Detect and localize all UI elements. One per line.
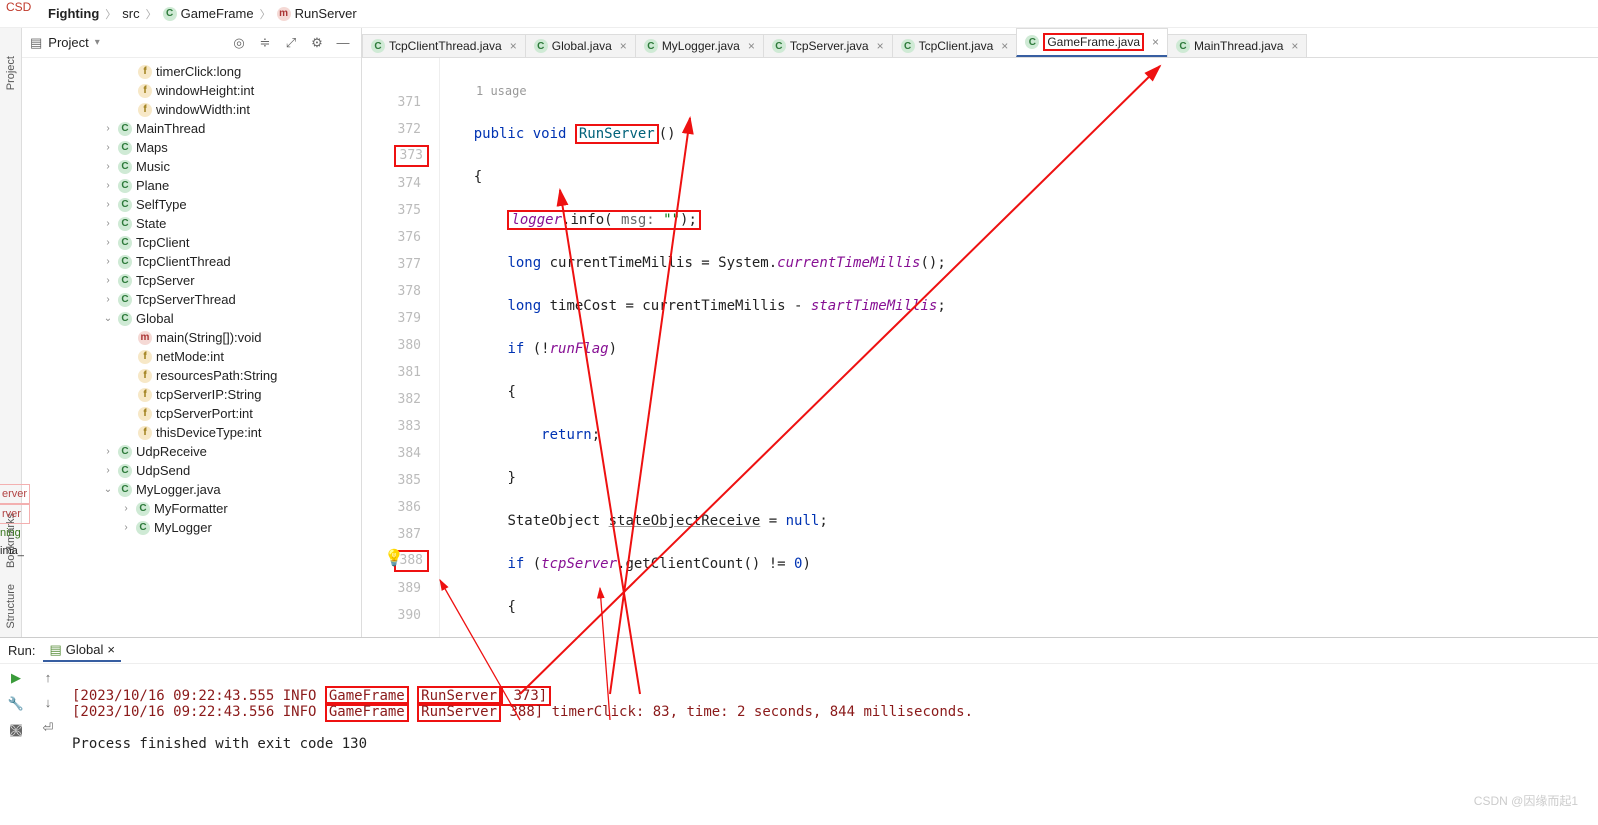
tree-item[interactable]: Maps — [136, 140, 168, 155]
close-icon[interactable]: × — [620, 39, 627, 53]
tab-tcpserver[interactable]: CTcpServer.java× — [763, 34, 893, 57]
tab-mainthread[interactable]: CMainThread.java× — [1167, 34, 1307, 57]
tree-item[interactable]: thisDeviceType:int — [156, 425, 262, 440]
collapse-icon[interactable]: ≑ — [255, 33, 275, 53]
wrap-icon[interactable]: ⏎ — [43, 720, 54, 736]
editor: CTcpClientThread.java× CGlobal.java× CMy… — [362, 28, 1598, 637]
close-icon[interactable]: × — [1291, 39, 1298, 53]
close-icon[interactable]: × — [1001, 39, 1008, 53]
crumb-runserver[interactable]: mRunServer — [273, 4, 361, 23]
project-header[interactable]: Project — [48, 35, 88, 50]
tab-structure[interactable]: Structure — [5, 576, 17, 637]
run-toolbar-2: ↑ ↓ ⏎ — [32, 664, 64, 797]
down-icon[interactable]: ↓ — [45, 695, 52, 710]
target-icon[interactable]: ◎ — [229, 33, 249, 53]
run-tab-global[interactable]: ▤Global× — [43, 640, 120, 662]
watermark: CSDN @因缘而起1 — [1474, 792, 1578, 809]
up-icon[interactable]: ↑ — [45, 670, 52, 685]
crumb-gameframe[interactable]: CGameFrame — [159, 4, 258, 23]
tree-item[interactable]: tcpServerIP:String — [156, 387, 262, 402]
tab-global[interactable]: CGlobal.java× — [525, 34, 636, 57]
tree-item[interactable]: TcpServer — [136, 273, 195, 288]
tree-item[interactable]: MyLogger.java — [136, 482, 221, 497]
tab-gameframe[interactable]: CGameFrame.java× — [1016, 28, 1168, 57]
crumb-src[interactable]: src — [118, 4, 143, 23]
bulb-icon[interactable]: 💡 — [384, 548, 404, 568]
tree-item[interactable]: UdpSend — [136, 463, 190, 478]
chevron-icon: 〉 — [105, 6, 116, 22]
tab-tcpclient[interactable]: CTcpClient.java× — [892, 34, 1018, 57]
tree-item[interactable]: Plane — [136, 178, 169, 193]
tab-mylogger[interactable]: CMyLogger.java× — [635, 34, 764, 57]
tree-item[interactable]: Music — [136, 159, 170, 174]
tree-item[interactable]: resourcesPath:String — [156, 368, 277, 383]
run-toolbar: ▶ 🔧 🙫 — [0, 664, 32, 797]
expand-icon[interactable]: ⤢ — [281, 33, 301, 53]
tree-item[interactable]: UdpReceive — [136, 444, 207, 459]
breadcrumb: Fighting 〉 src 〉 CGameFrame 〉 mRunServer — [0, 0, 1598, 28]
close-icon[interactable]: × — [510, 39, 517, 53]
close-icon[interactable]: × — [1152, 35, 1159, 49]
tree-item[interactable]: timerClick:long — [156, 64, 241, 79]
close-icon[interactable]: × — [107, 642, 115, 657]
editor-tabs: CTcpClientThread.java× CGlobal.java× CMy… — [362, 28, 1598, 58]
hide-icon[interactable]: — — [333, 33, 353, 53]
code-area[interactable]: 1 usage public void RunServer() { logger… — [440, 58, 1598, 637]
tree-item[interactable]: windowHeight:int — [156, 83, 254, 98]
run-label: Run: — [8, 643, 35, 658]
tree-item[interactable]: MyFormatter — [154, 501, 228, 516]
tree-item[interactable]: TcpServerThread — [136, 292, 236, 307]
tree-item[interactable]: netMode:int — [156, 349, 224, 364]
project-panel: ▤ Project ▾ ◎ ≑ ⤢ ⚙ — ftimerClick:long f… — [22, 28, 362, 637]
usages-hint[interactable]: 1 usage — [440, 78, 1598, 105]
tree-item[interactable]: TcpClientThread — [136, 254, 231, 269]
tool-icon[interactable]: 🔧 — [8, 696, 24, 712]
tree-item[interactable]: SelfType — [136, 197, 187, 212]
tree-item[interactable]: windowWidth:int — [156, 102, 250, 117]
tab-project[interactable]: Project — [5, 48, 17, 98]
tree-item[interactable]: Global — [136, 311, 174, 326]
tree-item[interactable]: State — [136, 216, 166, 231]
chevron-icon: 〉 — [146, 6, 157, 22]
tree-item[interactable]: TcpClient — [136, 235, 189, 250]
chevron-icon: 〉 — [260, 6, 271, 22]
csdn-label: CSD — [0, 0, 37, 16]
overflow-icon[interactable]: 🙫 — [9, 722, 22, 744]
tree-item[interactable]: main(String[]):void — [156, 330, 261, 345]
close-icon[interactable]: × — [748, 39, 755, 53]
close-icon[interactable]: × — [877, 39, 884, 53]
tree-item[interactable]: MainThread — [136, 121, 205, 136]
tree-item[interactable]: tcpServerPort:int — [156, 406, 253, 421]
project-tree[interactable]: ftimerClick:long fwindowHeight:int fwind… — [22, 58, 361, 637]
clipped-text: erver rver ning ima_ — [0, 484, 30, 560]
tree-item[interactable]: MyLogger — [154, 520, 212, 535]
run-output[interactable]: [2023/10/16 09:22:43.555 INFO GameFrame … — [64, 664, 1598, 797]
crumb-fighting[interactable]: Fighting — [48, 6, 99, 21]
gear-icon[interactable]: ⚙ — [307, 33, 327, 53]
tab-tcpclientthread[interactable]: CTcpClientThread.java× — [362, 34, 526, 57]
run-icon[interactable]: ▶ — [11, 670, 21, 686]
